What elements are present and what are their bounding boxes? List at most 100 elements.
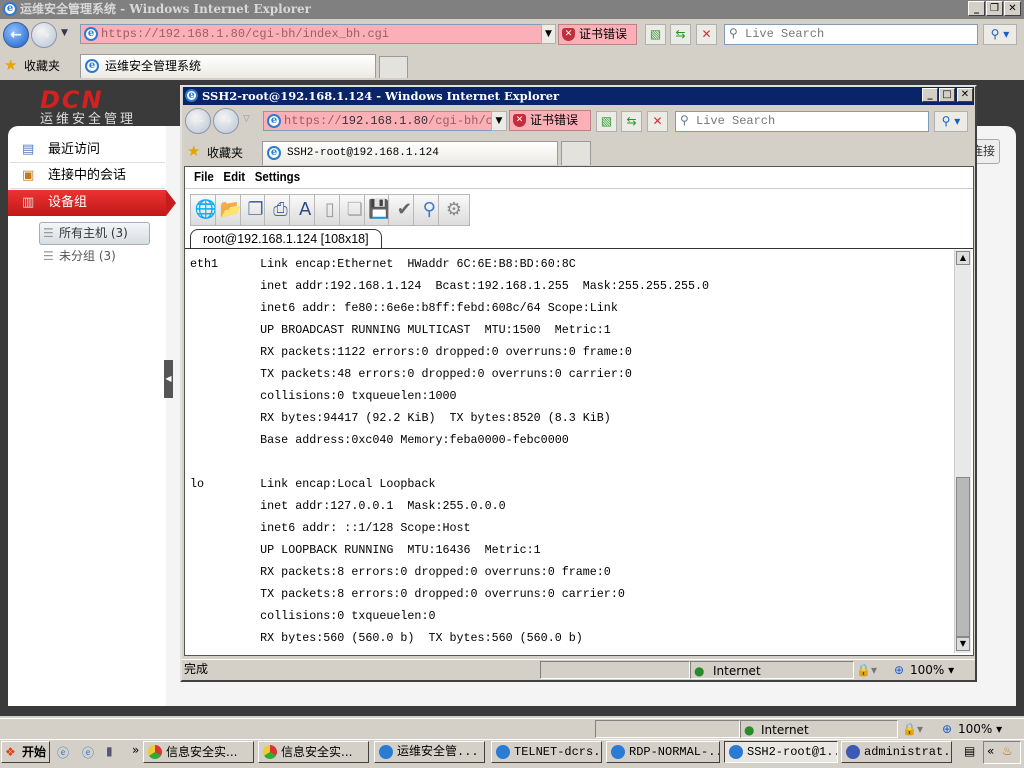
java-icon[interactable]: ♨ bbox=[1002, 744, 1013, 758]
protected-mode-icon[interactable]: 🔒▾ bbox=[902, 720, 923, 739]
popup-minimize-button[interactable]: _ bbox=[922, 88, 938, 102]
taskbar-item[interactable]: administrat... bbox=[841, 741, 952, 763]
start-label: 开始 bbox=[22, 745, 47, 759]
quicklaunch-browser-icon[interactable]: ⓔ bbox=[82, 744, 94, 761]
outer-search-input[interactable]: ⚲ Live Search bbox=[724, 24, 978, 45]
cert-error-button[interactable]: ✕ 证书错误 bbox=[558, 24, 637, 45]
terminal-line: eth1 Link encap:Ethernet HWaddr 6C:6E:B8… bbox=[190, 257, 576, 271]
popup-tab[interactable]: e SSH2-root@192.168.1.124 bbox=[262, 141, 558, 165]
terminal-line: TX packets:8 errors:0 dropped:0 overruns… bbox=[190, 587, 625, 601]
zoom-control[interactable]: ⊕ 100% ▾ bbox=[942, 720, 1002, 739]
menu-edit[interactable]: Edit bbox=[223, 170, 245, 184]
outer-tab[interactable]: e 运维安全管理系统 bbox=[80, 54, 376, 78]
popup-address-dropdown[interactable]: ▼ bbox=[491, 111, 507, 131]
popup-stop-icon[interactable]: ✕ bbox=[647, 111, 668, 132]
terminal-line: collisions:0 txqueuelen:0 bbox=[190, 609, 436, 623]
terminal-scrollbar[interactable]: ▲ ▼ bbox=[954, 250, 971, 653]
windows-logo-icon: ❖ bbox=[5, 745, 16, 759]
quicklaunch-more-icon[interactable]: » bbox=[132, 743, 139, 757]
search-placeholder: Live Search bbox=[745, 27, 825, 41]
back-button[interactable]: ← bbox=[3, 22, 29, 48]
sidebar-item-recent[interactable]: ▤ 最近访问 bbox=[10, 137, 165, 163]
zone-label: Internet bbox=[761, 723, 809, 737]
popup-cert-error-button[interactable]: ✕ 证书错误 bbox=[509, 110, 591, 131]
tree-label: 未分组 (3) bbox=[59, 249, 116, 263]
taskbar-item[interactable]: TELNET-dcrs... bbox=[491, 741, 602, 763]
sidebar-item-device-group[interactable]: ▥ 设备组 bbox=[8, 190, 166, 216]
zoom-label: 100% bbox=[958, 722, 993, 736]
zoom-icon: ⊕ bbox=[894, 663, 905, 677]
search-icon: ⚲ bbox=[729, 27, 738, 41]
compat-view-icon[interactable]: ▧ bbox=[645, 24, 666, 45]
tab-title: SSH2-root@192.168.1.124 bbox=[287, 147, 439, 159]
search-button[interactable]: ⚲ ▾ bbox=[983, 24, 1017, 45]
recent-icon: ▤ bbox=[22, 142, 35, 157]
popup-maximize-button[interactable]: □ bbox=[939, 88, 955, 102]
search-icon: ⚲ bbox=[680, 114, 689, 128]
taskbar-item[interactable]: RDP-NORMAL-... bbox=[606, 741, 720, 763]
popup-refresh-icon[interactable]: ⇆ bbox=[621, 111, 642, 132]
chrome-icon bbox=[148, 745, 162, 759]
taskbar-item[interactable]: 运维安全管... bbox=[374, 741, 485, 763]
collapse-sidebar-handle[interactable]: ◀ bbox=[164, 360, 173, 398]
globe-icon: ● bbox=[694, 664, 705, 678]
protected-mode-icon[interactable]: 🔒▾ bbox=[856, 661, 877, 680]
outer-window-title: 运维安全管理系统 - Windows Internet Explorer bbox=[20, 2, 311, 16]
favorites-button[interactable]: 收藏夹 bbox=[24, 57, 60, 74]
popup-compat-view-icon[interactable]: ▧ bbox=[596, 111, 617, 132]
popup-favorites-button[interactable]: 收藏夹 bbox=[207, 144, 243, 161]
session-tab[interactable]: root@192.168.1.124 [108x18] bbox=[190, 229, 382, 249]
ie-icon bbox=[611, 745, 625, 759]
taskbar-item[interactable]: SSH2-root@1... bbox=[724, 741, 838, 763]
ie-icon: e bbox=[85, 59, 99, 73]
close-button[interactable]: ✕ bbox=[1004, 1, 1021, 16]
stop-icon[interactable]: ✕ bbox=[696, 24, 717, 45]
taskbar-item[interactable]: 信息安全实... bbox=[143, 741, 254, 763]
sidebar-item-sessions[interactable]: ▣ 连接中的会话 bbox=[10, 163, 165, 189]
popup-zoom-control[interactable]: ⊕ 100% ▾ bbox=[894, 661, 954, 680]
popup-close-button[interactable]: ✕ bbox=[957, 88, 973, 102]
settings-gears-icon: ⚙ bbox=[445, 199, 463, 220]
taskbar-item-label: RDP-NORMAL-... bbox=[629, 745, 720, 759]
popup-address-bar[interactable]: e https://192.168.1.80/cgi-bh/contro bbox=[263, 111, 492, 131]
globe-icon: ● bbox=[744, 723, 755, 737]
menu-file[interactable]: File bbox=[194, 170, 214, 184]
refresh-icon[interactable]: ⇆ bbox=[670, 24, 691, 45]
popup-search-input[interactable]: ⚲ Live Search bbox=[675, 111, 929, 132]
tray-icon[interactable]: ▤ bbox=[964, 744, 975, 758]
tray-expand-icon[interactable]: « bbox=[987, 744, 994, 758]
address-rest: /cgi-bh/contro bbox=[428, 114, 491, 128]
scroll-down-button[interactable]: ▼ bbox=[956, 637, 970, 651]
restore-button[interactable]: ❐ bbox=[986, 1, 1003, 16]
tree-item-all-hosts[interactable]: ☰ 所有主机 (3) bbox=[39, 222, 150, 245]
menu-settings[interactable]: Settings bbox=[255, 170, 300, 184]
popup-new-tab-button[interactable] bbox=[561, 141, 591, 165]
zone-label: Internet bbox=[713, 664, 761, 678]
minimize-button[interactable]: _ bbox=[968, 1, 985, 16]
settings-gears-button[interactable]: ⚙ bbox=[438, 194, 470, 226]
new-tab-button[interactable] bbox=[379, 56, 408, 78]
scroll-thumb[interactable] bbox=[956, 477, 970, 637]
popup-back-button[interactable]: ← bbox=[185, 108, 211, 134]
logo-subtitle: 运维安全管理 bbox=[40, 112, 137, 127]
taskbar-item[interactable]: 信息安全实... bbox=[258, 741, 369, 763]
tree-item-ungrouped[interactable]: ☰ 未分组 (3) bbox=[39, 246, 150, 269]
shield-icon: ✕ bbox=[562, 28, 575, 41]
quicklaunch-server-icon[interactable]: ▮ bbox=[106, 744, 113, 758]
outer-address-bar[interactable]: e https://192.168.1.80/cgi-bh/index_bh.c… bbox=[80, 24, 542, 44]
scroll-up-button[interactable]: ▲ bbox=[956, 251, 970, 265]
terminal-line: RX packets:8 errors:0 dropped:0 overruns… bbox=[190, 565, 611, 579]
cert-error-label: 证书错误 bbox=[530, 113, 579, 127]
ie-icon: e bbox=[185, 89, 198, 102]
history-dropdown-icon[interactable]: ▼ bbox=[61, 28, 68, 38]
forward-button[interactable]: → bbox=[31, 22, 57, 48]
popup-forward-button[interactable]: → bbox=[213, 108, 239, 134]
tab-baseline bbox=[185, 248, 973, 249]
popup-title-bar: e SSH2-root@192.168.1.124 - Windows Inte… bbox=[183, 87, 974, 105]
start-button[interactable]: ❖ 开始 bbox=[1, 741, 50, 763]
terminal-output[interactable]: eth1 Link encap:Ethernet HWaddr 6C:6E:B8… bbox=[185, 253, 955, 653]
popup-history-dropdown-icon[interactable]: ▽ bbox=[243, 114, 250, 124]
address-dropdown[interactable]: ▼ bbox=[541, 24, 556, 44]
quicklaunch-ie-icon[interactable]: ⓔ bbox=[57, 744, 69, 761]
popup-search-button[interactable]: ⚲ ▾ bbox=[934, 111, 968, 132]
